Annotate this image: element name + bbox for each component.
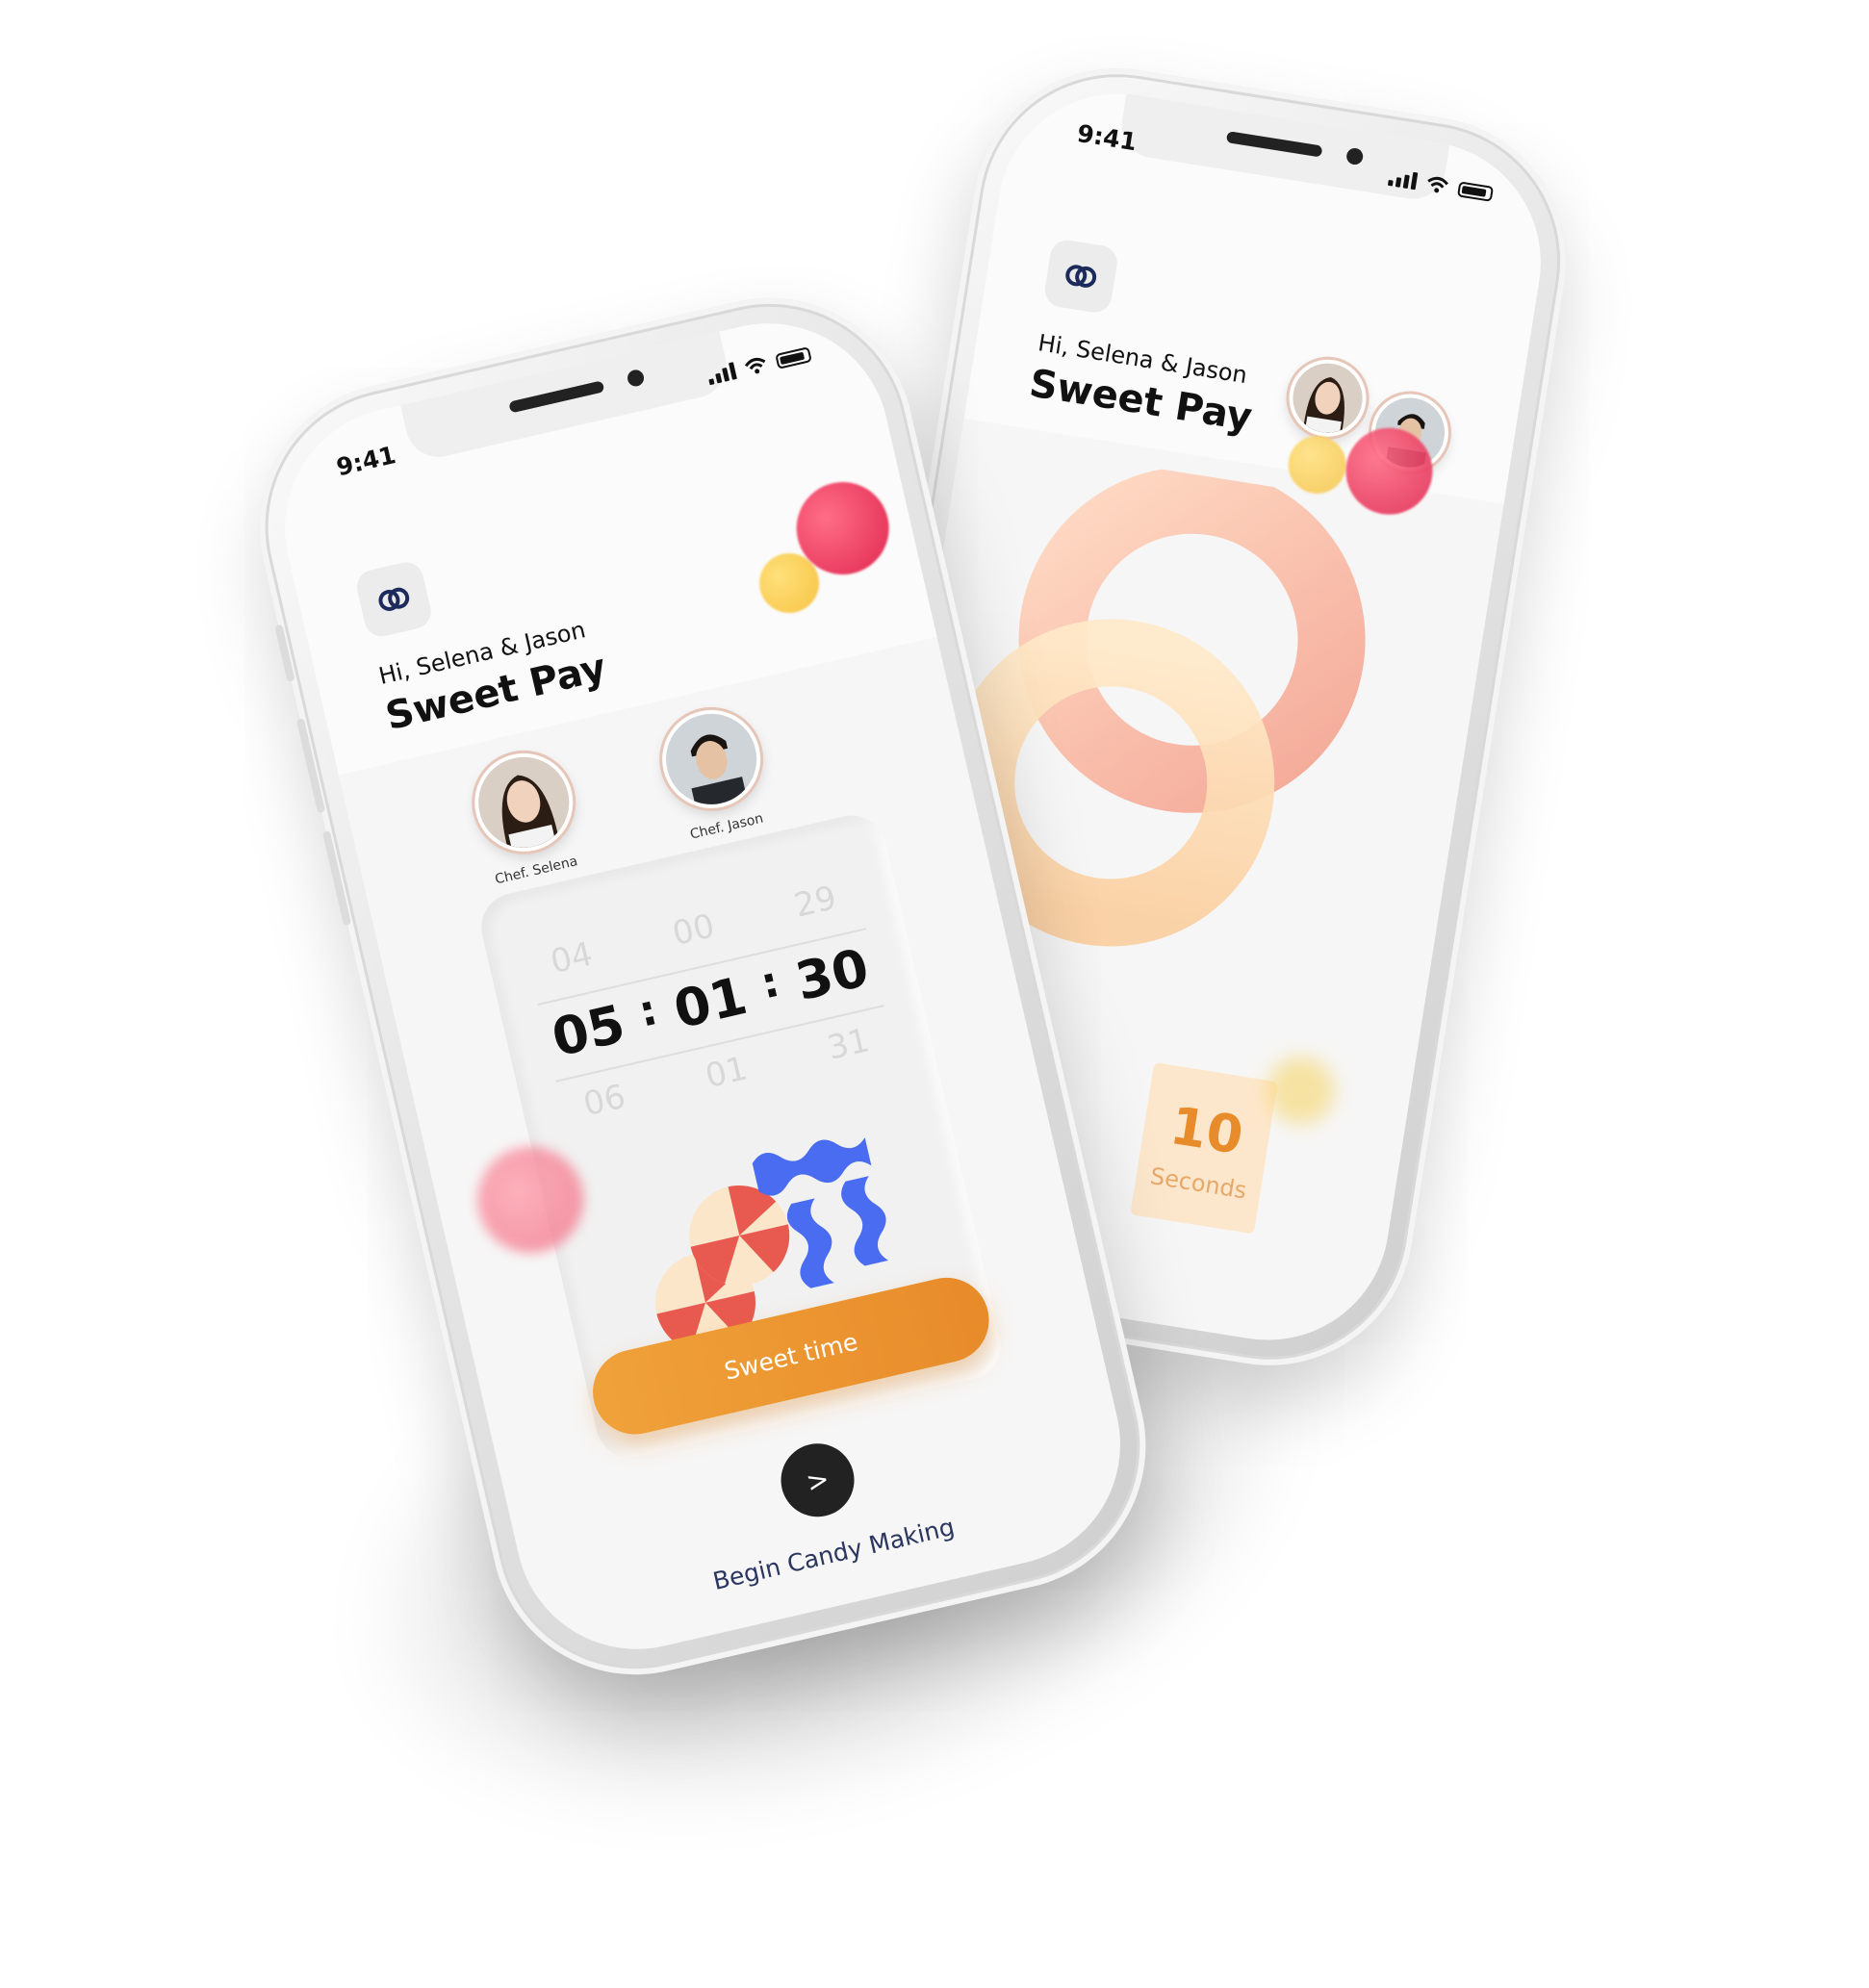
minutes-above: 00 bbox=[669, 906, 719, 954]
speaker bbox=[1225, 131, 1323, 158]
candy-yellow-blur bbox=[1262, 1052, 1340, 1130]
front-camera bbox=[1344, 146, 1365, 166]
seconds-above: 29 bbox=[790, 879, 840, 926]
avatar-jason[interactable] bbox=[652, 700, 771, 819]
wave-ribbon-icon bbox=[841, 1176, 889, 1266]
minutes-below: 01 bbox=[702, 1049, 752, 1097]
front-camera bbox=[626, 368, 646, 389]
wifi-icon bbox=[1427, 176, 1449, 193]
time-separator: : bbox=[755, 956, 784, 1009]
wave-ribbon-icon bbox=[786, 1198, 834, 1288]
hours-value[interactable]: 05 bbox=[539, 992, 637, 1071]
hours-above: 04 bbox=[547, 934, 597, 982]
minutes-value[interactable]: 01 bbox=[661, 963, 759, 1042]
seconds-box: 10 Seconds bbox=[1130, 1062, 1278, 1235]
seconds-value: 10 bbox=[1165, 1094, 1248, 1166]
next-chevron-icon[interactable]: > bbox=[773, 1436, 862, 1524]
time-separator: : bbox=[634, 985, 662, 1037]
app-logo-icon[interactable] bbox=[1042, 238, 1120, 316]
seconds-value[interactable]: 30 bbox=[783, 935, 882, 1014]
hours-below: 06 bbox=[579, 1077, 629, 1125]
seconds-label: Seconds bbox=[1148, 1161, 1249, 1205]
speaker bbox=[508, 380, 605, 414]
seconds-below: 31 bbox=[823, 1021, 874, 1068]
avatar-selena[interactable] bbox=[465, 743, 583, 862]
